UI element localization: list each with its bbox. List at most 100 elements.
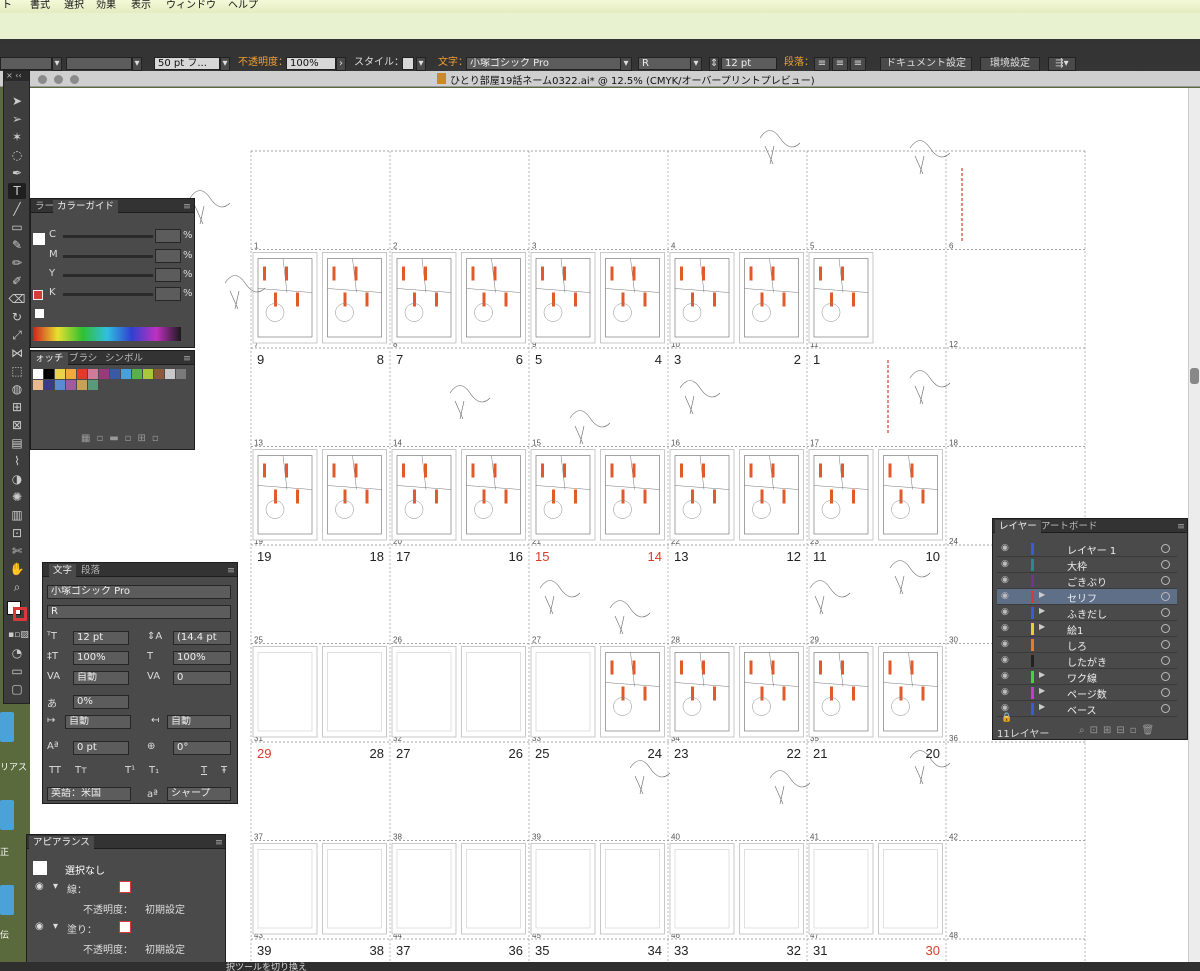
minimize-window-icon[interactable] [54,75,63,84]
type-tool-icon[interactable]: T [8,183,26,199]
draw-mode-icon[interactable]: ◔ [8,645,26,661]
menu-item-help[interactable]: ヘルプ [228,0,258,11]
tab-color-guide[interactable]: カラーガイド [53,200,119,213]
color-spectrum-bar[interactable] [33,327,181,341]
brush-definition-field[interactable]: 50 pt フ... [154,57,220,70]
stroke-label[interactable]: 線： [67,881,87,896]
chevron-down-icon[interactable]: ▾ [690,57,702,71]
align-left-icon[interactable]: ≡ [814,57,830,71]
paintbrush-tool-icon[interactable]: ✎ [8,237,26,253]
channel-field-c[interactable] [155,229,181,243]
change-screen-mode-icon[interactable]: ▢ [8,681,26,697]
color-mode-icons[interactable]: ▪▫▨ [8,627,29,643]
layer-row[interactable]: ◉ ▶ セリフ [997,589,1177,605]
line-tool-icon[interactable]: ╱ [8,201,26,217]
align-center-icon[interactable]: ≡ [832,57,848,71]
visibility-eye-icon[interactable]: ◉ [35,881,44,892]
stroke-dropdown[interactable] [66,57,132,70]
tab-swatches[interactable]: ォッチ [31,352,68,365]
fill-swatch[interactable] [33,233,45,245]
color-swatch[interactable] [55,380,65,390]
visibility-eye-icon[interactable]: ◉ [35,921,44,932]
aki-right-field[interactable]: 自動 [167,715,231,729]
font-family-field[interactable]: 小塚ゴシック Pro [47,585,231,599]
channel-slider-y[interactable] [63,274,153,277]
layer-row[interactable]: ◉ ▶ ページ数 [997,685,1177,701]
close-icon[interactable]: × ‹‹ [4,71,29,81]
kerning-field[interactable]: 自動 [73,671,129,685]
visibility-eye-icon[interactable]: ◉ [1001,543,1013,553]
scrollbar-thumb[interactable] [1190,368,1199,384]
underline-button[interactable]: T [201,765,207,776]
color-swatch[interactable] [33,369,43,379]
color-swatch[interactable] [99,369,109,379]
target-circle-icon[interactable] [1161,544,1170,553]
menu-item-window[interactable]: ウィンドウ [166,0,216,11]
layer-row[interactable]: ◉ ▶ 絵1 [997,621,1177,637]
lasso-tool-icon[interactable]: ◌ [8,147,26,163]
target-circle-icon[interactable] [1161,672,1170,681]
rectangle-tool-icon[interactable]: ▭ [8,219,26,235]
fill-dropdown[interactable] [0,57,52,70]
panel-menu-icon[interactable]: ≡ [223,564,239,577]
color-swatch[interactable] [44,369,54,379]
leading-field[interactable]: (14.4 pt [173,631,231,645]
none-swatch[interactable] [35,309,44,318]
tsume-field[interactable]: 0% [73,695,129,709]
color-swatch[interactable] [66,380,76,390]
color-swatch[interactable] [165,369,175,379]
hand-tool-icon[interactable]: ✋ [8,561,26,577]
target-circle-icon[interactable] [1161,656,1170,665]
layer-row[interactable]: ◉ しろ [997,637,1177,653]
expand-triangle-icon[interactable]: ▶ [1039,622,1045,631]
layer-row[interactable]: ◉ ▶ ワク線 [997,669,1177,685]
scale-tool-icon[interactable]: ⤢ [8,327,26,343]
eyedropper-tool-icon[interactable]: ⌇ [8,453,26,469]
visibility-eye-icon[interactable]: ◉ [1001,591,1013,601]
tab-layers[interactable]: レイヤー [995,520,1041,533]
visibility-eye-icon[interactable]: ◉ [1001,623,1013,633]
symbol-sprayer-tool-icon[interactable]: ✺ [8,489,26,505]
stroke-swatch[interactable] [119,881,131,893]
font-size-field[interactable]: 12 pt [73,631,129,645]
char-label[interactable]: 文字： [438,56,468,70]
color-swatch[interactable] [33,380,43,390]
target-circle-icon[interactable] [1161,576,1170,585]
layer-row[interactable]: ◉ ▶ ふきだし [997,605,1177,621]
visibility-eye-icon[interactable]: ◉ [1001,607,1013,617]
vertical-scale-field[interactable]: 100% [73,651,129,665]
color-swatch[interactable] [110,369,120,379]
folder-icon[interactable] [0,885,14,915]
artboard-tool-icon[interactable]: ⊡ [8,525,26,541]
tracking-field[interactable]: 0 [173,671,231,685]
chevron-right-icon[interactable]: › [336,57,346,71]
color-swatch[interactable] [66,369,76,379]
panel-menu-icon[interactable]: ⇶▾ [1048,57,1076,71]
channel-field-k[interactable] [155,287,181,301]
font-size-field[interactable]: 12 pt [721,57,777,70]
target-circle-icon[interactable] [1161,704,1170,713]
baseline-shift-field[interactable]: 0 pt [73,741,129,755]
antialias-field[interactable]: シャープ [167,787,231,801]
expand-triangle-icon[interactable]: ▾ [53,921,58,932]
stroke-swatch[interactable] [13,607,27,621]
visibility-eye-icon[interactable]: ◉ 🔒 [1001,703,1013,723]
blend-tool-icon[interactable]: ◑ [8,471,26,487]
menu-item[interactable]: ト [2,0,12,11]
target-circle-icon[interactable] [1161,688,1170,697]
language-field[interactable]: 英語：米国 [47,787,131,801]
screen-mode-icon[interactable]: ▭ [8,663,26,679]
subscript-button[interactable]: T₁ [149,765,159,776]
visibility-eye-icon[interactable]: ◉ [1001,559,1013,569]
superscript-button[interactable]: T¹ [125,765,135,776]
zoom-window-icon[interactable] [70,75,79,84]
pencil-tool-icon[interactable]: ✏ [8,255,26,271]
color-swatch[interactable] [176,369,186,379]
layer-row[interactable]: ◉ 大枠 [997,557,1177,573]
layer-row[interactable]: ◉ 🔒 ▶ ベース [997,701,1177,723]
slice-tool-icon[interactable]: ✄ [8,543,26,559]
channel-slider-k[interactable] [63,293,153,296]
layer-row[interactable]: ◉ レイヤー 1 [997,541,1177,557]
chevron-down-icon[interactable]: ▾ [132,57,142,71]
tab-appearance[interactable]: アピアランス [29,836,94,849]
